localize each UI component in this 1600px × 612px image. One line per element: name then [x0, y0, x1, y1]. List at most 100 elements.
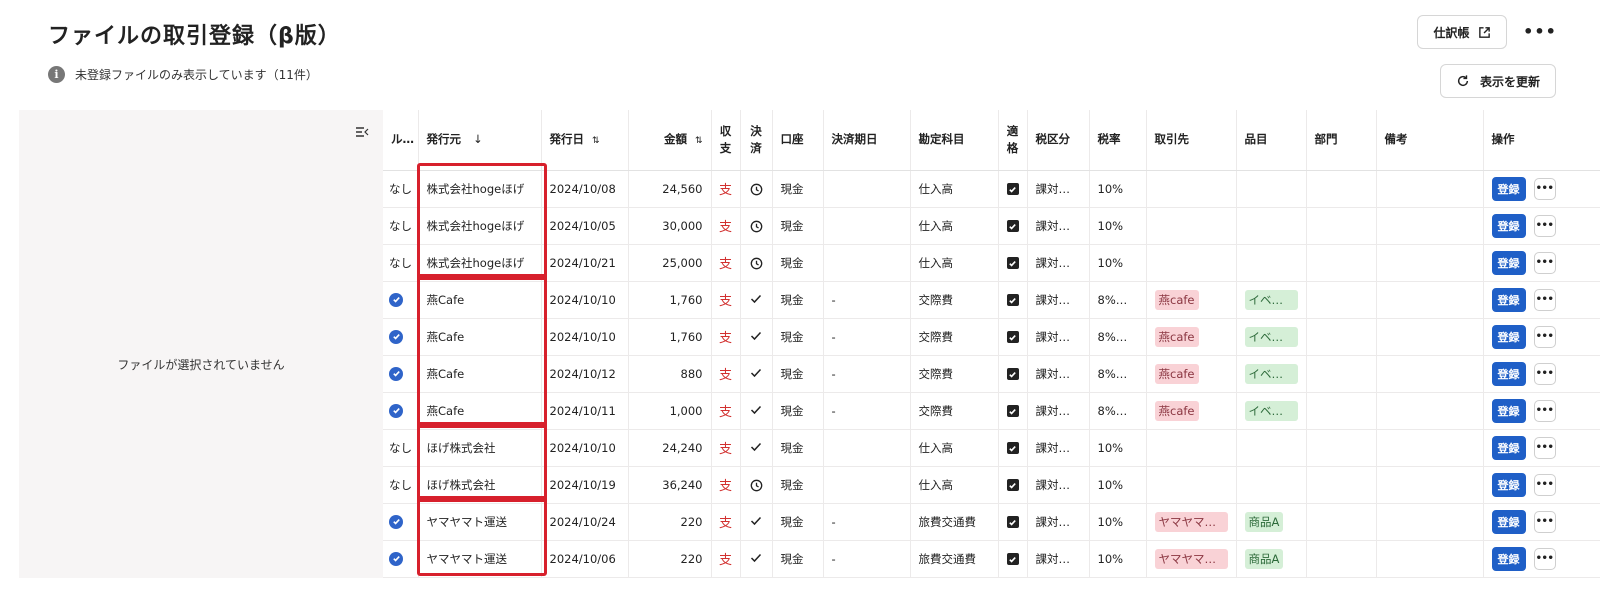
partner-cell[interactable] — [1146, 170, 1237, 208]
partner-cell[interactable]: 燕cafe — [1146, 318, 1237, 356]
sort-desc-icon[interactable]: ↓ — [473, 131, 483, 149]
category-cell[interactable]: 仕入高 — [910, 429, 999, 467]
income-expense-cell[interactable]: 支 — [711, 170, 741, 208]
header-amount[interactable]: 金額 ⇅ — [628, 110, 712, 171]
row-more-icon[interactable]: ••• — [1533, 436, 1556, 459]
qualified-checkbox[interactable] — [1006, 331, 1019, 343]
header-rule[interactable]: ル… — [383, 110, 419, 171]
register-button[interactable]: 登録 — [1491, 398, 1526, 423]
category-cell[interactable]: 旅費交通費 — [910, 503, 999, 541]
item-cell[interactable]: イベン… — [1236, 392, 1307, 430]
due-date-cell[interactable]: - — [823, 281, 911, 319]
account-cell[interactable]: 現金 — [772, 392, 824, 430]
tax-class-cell[interactable]: 課対仕… — [1027, 355, 1090, 393]
tax-rate-cell[interactable]: 8%（… — [1089, 318, 1147, 356]
category-cell[interactable]: 仕入高 — [910, 207, 999, 245]
table-row[interactable]: 燕Cafe 2024/10/11 1,000 支現金 - 交際費 課対仕… 8%（… 燕cafe… — [383, 392, 1600, 430]
memo-cell[interactable] — [1376, 392, 1484, 430]
tax-rate-cell[interactable]: 8%（… — [1089, 392, 1147, 430]
register-button[interactable]: 登録 — [1491, 324, 1526, 349]
register-button[interactable]: 登録 — [1491, 213, 1526, 238]
partner-cell[interactable]: ヤマヤマト… — [1146, 540, 1237, 578]
row-more-icon[interactable]: ••• — [1533, 251, 1556, 274]
account-cell[interactable]: 現金 — [772, 170, 824, 208]
department-cell[interactable] — [1306, 244, 1377, 282]
tax-rate-cell[interactable]: 10% — [1089, 466, 1147, 504]
income-expense-cell[interactable]: 支 — [711, 503, 741, 541]
issue-date-cell[interactable]: 2024/10/05 — [541, 207, 629, 245]
qualified-cell[interactable] — [998, 318, 1028, 356]
amount-cell[interactable]: 220 — [628, 540, 712, 578]
amount-cell[interactable]: 30,000 — [628, 207, 712, 245]
due-date-cell[interactable]: - — [823, 540, 911, 578]
account-cell[interactable]: 現金 — [772, 355, 824, 393]
tax-class-cell[interactable]: 課対仕… — [1027, 392, 1090, 430]
issuer-cell[interactable]: 燕Cafe — [418, 355, 542, 393]
item-cell[interactable]: イベン… — [1236, 318, 1307, 356]
item-cell[interactable] — [1236, 207, 1307, 245]
account-cell[interactable]: 現金 — [772, 318, 824, 356]
tax-class-cell[interactable]: 課対仕… — [1027, 318, 1090, 356]
memo-cell[interactable] — [1376, 207, 1484, 245]
income-expense-cell[interactable]: 支 — [711, 318, 741, 356]
header-issuer[interactable]: 発行元 ↓ — [418, 110, 542, 171]
table-row[interactable]: なし ほげ株式会社 2024/10/10 24,240 支現金 仕入高 課対仕… 10% 登録 •… — [383, 429, 1600, 467]
row-more-icon[interactable]: ••• — [1533, 473, 1556, 496]
partner-cell[interactable] — [1146, 429, 1237, 467]
collapse-panel-icon[interactable] — [355, 126, 369, 138]
tax-rate-cell[interactable]: 10% — [1089, 207, 1147, 245]
amount-cell[interactable]: 220 — [628, 503, 712, 541]
qualified-cell[interactable] — [998, 540, 1028, 578]
due-date-cell[interactable] — [823, 207, 911, 245]
department-cell[interactable] — [1306, 503, 1377, 541]
qualified-cell[interactable] — [998, 466, 1028, 504]
memo-cell[interactable] — [1376, 244, 1484, 282]
issuer-cell[interactable]: ほげ株式会社 — [418, 429, 542, 467]
register-button[interactable]: 登録 — [1491, 250, 1526, 275]
register-button[interactable]: 登録 — [1491, 472, 1526, 497]
qualified-checkbox[interactable] — [1006, 405, 1019, 417]
income-expense-cell[interactable]: 支 — [711, 540, 741, 578]
row-more-icon[interactable]: ••• — [1533, 214, 1556, 237]
memo-cell[interactable] — [1376, 503, 1484, 541]
register-button[interactable]: 登録 — [1491, 287, 1526, 312]
department-cell[interactable] — [1306, 281, 1377, 319]
table-row[interactable]: なし ほげ株式会社 2024/10/19 36,240 支現金 仕入高 課対仕… 10% 登録 •… — [383, 466, 1600, 504]
item-cell[interactable]: イベン… — [1236, 281, 1307, 319]
item-cell[interactable]: 商品A — [1236, 540, 1307, 578]
due-date-cell[interactable] — [823, 429, 911, 467]
issue-date-cell[interactable]: 2024/10/21 — [541, 244, 629, 282]
tax-rate-cell[interactable]: 10% — [1089, 503, 1147, 541]
qualified-cell[interactable] — [998, 281, 1028, 319]
item-cell[interactable] — [1236, 170, 1307, 208]
issue-date-cell[interactable]: 2024/10/11 — [541, 392, 629, 430]
qualified-checkbox[interactable] — [1006, 294, 1019, 306]
qualified-cell[interactable] — [998, 429, 1028, 467]
sort-icon[interactable]: ⇅ — [592, 135, 600, 149]
qualified-checkbox[interactable] — [1006, 442, 1019, 454]
category-cell[interactable]: 交際費 — [910, 355, 999, 393]
due-date-cell[interactable]: - — [823, 318, 911, 356]
issue-date-cell[interactable]: 2024/10/12 — [541, 355, 629, 393]
account-cell[interactable]: 現金 — [772, 429, 824, 467]
department-cell[interactable] — [1306, 207, 1377, 245]
memo-cell[interactable] — [1376, 281, 1484, 319]
issue-date-cell[interactable]: 2024/10/10 — [541, 281, 629, 319]
issuer-cell[interactable]: 燕Cafe — [418, 392, 542, 430]
amount-cell[interactable]: 1,000 — [628, 392, 712, 430]
issuer-cell[interactable]: ほげ株式会社 — [418, 466, 542, 504]
income-expense-cell[interactable]: 支 — [711, 355, 741, 393]
row-more-icon[interactable]: ••• — [1533, 362, 1556, 385]
partner-cell[interactable] — [1146, 244, 1237, 282]
income-expense-cell[interactable]: 支 — [711, 207, 741, 245]
tax-class-cell[interactable]: 課対仕… — [1027, 170, 1090, 208]
category-cell[interactable]: 仕入高 — [910, 466, 999, 504]
account-cell[interactable]: 現金 — [772, 466, 824, 504]
memo-cell[interactable] — [1376, 429, 1484, 467]
category-cell[interactable]: 旅費交通費 — [910, 540, 999, 578]
amount-cell[interactable]: 24,560 — [628, 170, 712, 208]
partner-cell[interactable] — [1146, 207, 1237, 245]
qualified-checkbox[interactable] — [1006, 368, 1019, 380]
amount-cell[interactable]: 880 — [628, 355, 712, 393]
partner-cell[interactable]: 燕cafe — [1146, 392, 1237, 430]
